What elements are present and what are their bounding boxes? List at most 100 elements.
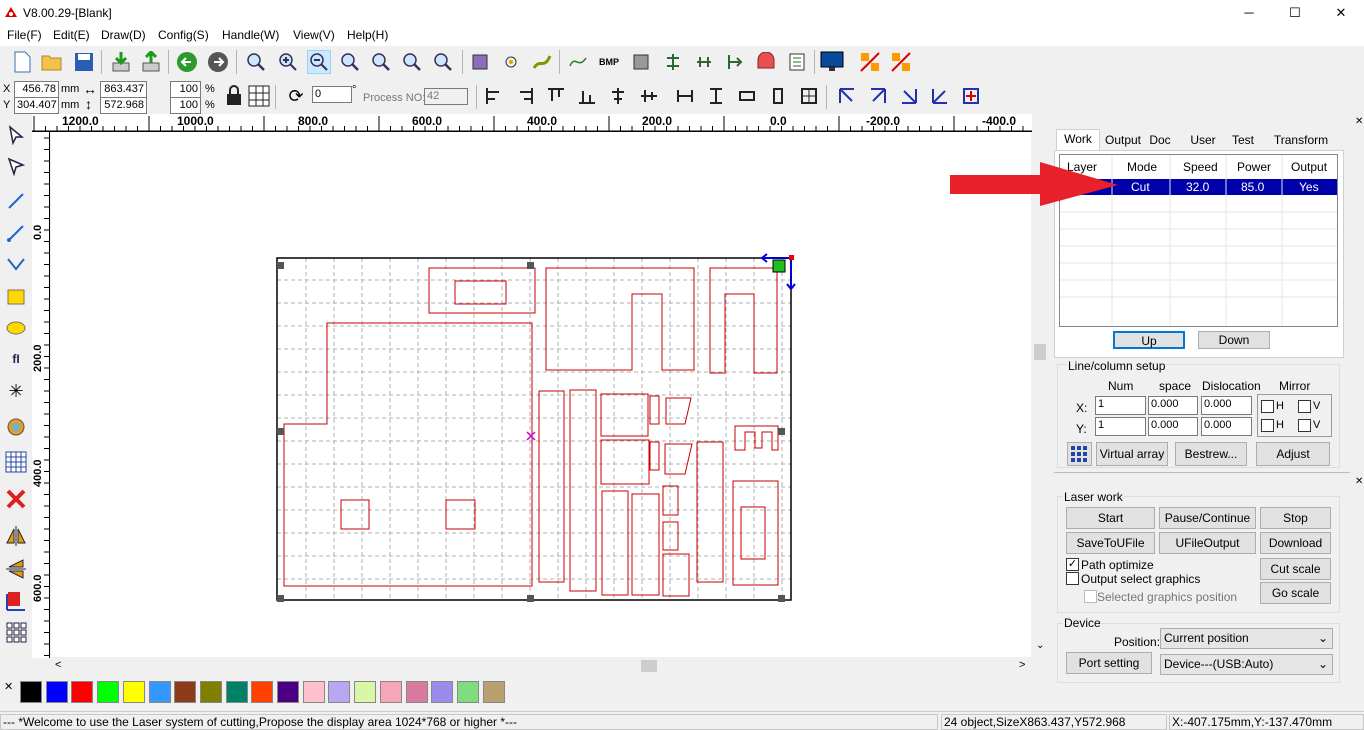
- tab-work[interactable]: Work: [1056, 129, 1100, 150]
- color-swatch[interactable]: [122, 681, 145, 703]
- y-mirror-h-checkbox[interactable]: [1261, 419, 1274, 432]
- color-swatch[interactable]: [277, 681, 299, 703]
- zoom-page-icon[interactable]: [338, 50, 362, 74]
- menu-handle[interactable]: Handle(W): [222, 28, 279, 42]
- minimize-button[interactable]: ─: [1226, 0, 1272, 26]
- rectangle-draw-icon[interactable]: [3, 284, 29, 310]
- move-top-right-icon[interactable]: [866, 84, 890, 108]
- array-icon[interactable]: [723, 50, 747, 74]
- equal-spacing-v-icon[interactable]: [704, 84, 728, 108]
- output-select-checkbox[interactable]: [1066, 572, 1079, 585]
- align-icon[interactable]: [661, 50, 685, 74]
- tab-transform[interactable]: Transform: [1264, 131, 1338, 150]
- zoom-window-icon[interactable]: [244, 50, 268, 74]
- align-top-icon[interactable]: [544, 84, 568, 108]
- same-height-icon[interactable]: [766, 84, 790, 108]
- x-dislocation-field[interactable]: 0.000: [1201, 396, 1252, 415]
- shape-path[interactable]: [664, 443, 693, 475]
- color-swatch[interactable]: [20, 681, 42, 703]
- select-rect-icon[interactable]: [468, 50, 492, 74]
- tab-doc[interactable]: Doc: [1146, 131, 1174, 150]
- shape-rect[interactable]: [569, 389, 597, 592]
- panel-close-icon[interactable]: ✕: [1355, 116, 1363, 127]
- select-arrow-icon[interactable]: [3, 122, 29, 148]
- align-left-icon[interactable]: [482, 84, 506, 108]
- palette-close-icon[interactable]: ✕: [4, 680, 13, 693]
- cut-preview-icon[interactable]: [858, 50, 882, 74]
- align-center-h-icon[interactable]: [606, 84, 630, 108]
- color-swatch[interactable]: [71, 681, 94, 703]
- tab-user[interactable]: User: [1184, 131, 1222, 150]
- shape-rect[interactable]: [696, 441, 724, 583]
- smooth-curve-icon[interactable]: [530, 50, 554, 74]
- position-select[interactable]: Current position ⌄: [1160, 628, 1333, 649]
- color-swatch[interactable]: [251, 681, 274, 703]
- menu-view[interactable]: View(V): [293, 28, 335, 42]
- move-bottom-right-icon[interactable]: [897, 84, 921, 108]
- color-swatch[interactable]: [431, 681, 454, 703]
- shape-path[interactable]: [734, 425, 779, 451]
- color-swatch[interactable]: [45, 681, 68, 703]
- shape-rect[interactable]: [662, 553, 690, 597]
- shape-path[interactable]: [545, 267, 695, 371]
- cut-simulate-icon[interactable]: [889, 50, 913, 74]
- mirror-vertical-icon[interactable]: [3, 556, 29, 582]
- polyline-tool-icon[interactable]: [3, 220, 29, 246]
- camera-icon[interactable]: [3, 415, 29, 441]
- start-button[interactable]: Start: [1066, 507, 1155, 529]
- x-mirror-h-checkbox[interactable]: [1261, 400, 1274, 413]
- layer-output-icon[interactable]: [3, 588, 29, 614]
- bitmap-icon[interactable]: BMP: [597, 50, 621, 74]
- download-button[interactable]: Download: [1260, 532, 1331, 554]
- text-tool-icon[interactable]: fI: [3, 346, 29, 372]
- color-swatch[interactable]: [97, 681, 120, 703]
- shape-rect[interactable]: [340, 499, 370, 530]
- zoom-out-icon[interactable]: [307, 50, 331, 74]
- horizontal-scrollbar[interactable]: < >: [51, 658, 1031, 674]
- equal-spacing-h-icon[interactable]: [673, 84, 697, 108]
- menu-draw[interactable]: Draw(D): [101, 28, 146, 42]
- scroll-thumb[interactable]: [1034, 344, 1046, 360]
- grid-anchor-icon[interactable]: [247, 84, 271, 108]
- color-swatch[interactable]: [225, 681, 248, 703]
- menu-edit[interactable]: Edit(E): [53, 28, 90, 42]
- device-select[interactable]: Device---(USB:Auto) ⌄: [1160, 654, 1333, 675]
- color-swatch[interactable]: [302, 681, 325, 703]
- x-space-field[interactable]: 0.000: [1148, 396, 1198, 415]
- rectangle-tool-icon[interactable]: [629, 50, 653, 74]
- shape-path[interactable]: [283, 322, 533, 587]
- color-swatch[interactable]: [456, 681, 479, 703]
- color-swatch[interactable]: [328, 681, 351, 703]
- vertical-scrollbar[interactable]: ⌄: [1032, 132, 1048, 658]
- align-bottom-icon[interactable]: [575, 84, 599, 108]
- array-grid-button[interactable]: [1067, 442, 1092, 466]
- undo-icon[interactable]: [175, 50, 199, 74]
- delete-icon[interactable]: [3, 486, 29, 512]
- zoom-in-icon[interactable]: [276, 50, 300, 74]
- ufile-output-button[interactable]: UFileOutput: [1159, 532, 1256, 554]
- scroll-down-icon[interactable]: ⌄: [1036, 640, 1044, 651]
- node-select-icon[interactable]: [3, 153, 29, 179]
- color-swatch[interactable]: [405, 681, 428, 703]
- cut-scale-button[interactable]: Cut scale: [1260, 558, 1331, 580]
- save-icon[interactable]: [72, 50, 96, 74]
- laser-panel-close-icon[interactable]: ✕: [1355, 476, 1363, 487]
- color-swatch[interactable]: [148, 681, 171, 703]
- virtual-array-button[interactable]: Virtual array: [1096, 442, 1168, 466]
- lock-ratio-icon[interactable]: [222, 84, 246, 108]
- array-grid-icon[interactable]: [3, 619, 29, 645]
- laser-head-icon[interactable]: [754, 50, 778, 74]
- drawing-canvas[interactable]: [51, 132, 1031, 657]
- y-mirror-v-checkbox[interactable]: [1298, 419, 1311, 432]
- layer-down-button[interactable]: Down: [1198, 331, 1270, 349]
- zoom-select-icon[interactable]: [400, 50, 424, 74]
- shape-rect[interactable]: [428, 267, 536, 314]
- stop-button[interactable]: Stop: [1260, 507, 1331, 529]
- zoom-pan-icon[interactable]: [431, 50, 455, 74]
- document-list-icon[interactable]: [785, 50, 809, 74]
- shape-rect[interactable]: [600, 393, 649, 437]
- move-top-left-icon[interactable]: [835, 84, 859, 108]
- x-position-field[interactable]: 456.78: [14, 81, 59, 98]
- go-scale-button[interactable]: Go scale: [1260, 582, 1331, 604]
- mirror-horizontal-icon[interactable]: [3, 523, 29, 549]
